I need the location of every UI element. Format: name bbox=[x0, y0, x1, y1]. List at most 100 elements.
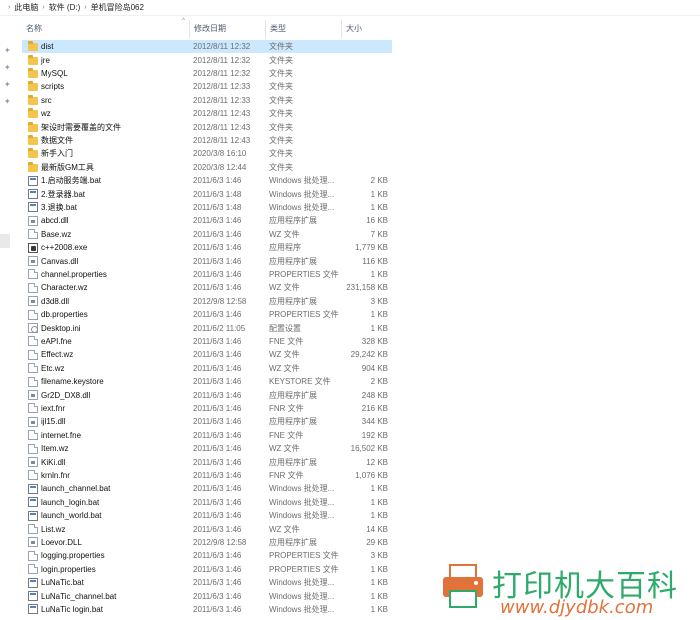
file-row[interactable]: iext.fnr 2011/6/3 1:46 FNR 文件 216 KB bbox=[22, 402, 392, 415]
file-size: 2 KB bbox=[370, 176, 388, 186]
folder-icon bbox=[28, 94, 38, 105]
file-date: 2011/6/3 1:46 bbox=[193, 403, 242, 413]
file-name-label: Item.wz bbox=[41, 444, 69, 454]
file-row[interactable]: db.properties 2011/6/3 1:46 PROPERTIES 文件 1… bbox=[22, 308, 392, 321]
pin-icon[interactable]: ✦ bbox=[4, 80, 11, 89]
file-row[interactable]: launch_login.bat 2011/6/3 1:46 Windows 批处理… bbox=[22, 496, 392, 509]
file-size: 1 KB bbox=[370, 497, 388, 507]
file-row[interactable]: LuNaTic.bat 2011/6/3 1:46 Windows 批处理... 1 … bbox=[22, 576, 392, 589]
file-row[interactable]: launch_channel.bat 2011/6/3 1:46 Windows 批… bbox=[22, 482, 392, 495]
file-row[interactable]: 3.退换.bat 2011/6/3 1:48 Windows 批处理... 1 KB bbox=[22, 201, 392, 214]
file-type: WZ 文件 bbox=[269, 350, 300, 360]
file-row[interactable]: filename.keystore 2011/6/3 1:46 KEYSTORE 文… bbox=[22, 375, 392, 388]
file-row[interactable]: Character.wz 2011/6/3 1:46 WZ 文件 231,158 KB bbox=[22, 281, 392, 294]
pin-icon[interactable]: ✦ bbox=[4, 97, 11, 106]
doc-icon bbox=[28, 403, 38, 414]
file-row[interactable]: LuNaTic login.bat 2011/6/3 1:46 Windows 批处… bbox=[22, 603, 392, 616]
breadcrumb-item-this-pc[interactable]: 此电脑 bbox=[10, 2, 42, 13]
watermark-url: www.djydbk.com bbox=[500, 597, 654, 618]
file-size: 328 KB bbox=[361, 336, 388, 346]
navigation-pane-scroll-stub[interactable] bbox=[0, 234, 10, 248]
file-row[interactable]: 2.登录器.bat 2011/6/3 1:48 Windows 批处理... 1 KB bbox=[22, 187, 392, 200]
file-row[interactable]: Canvas.dll 2011/6/3 1:46 应用程序扩展 116 KB bbox=[22, 254, 392, 267]
file-row[interactable]: Gr2D_DX8.dll 2011/6/3 1:46 应用程序扩展 248 KB bbox=[22, 388, 392, 401]
file-size: 1 KB bbox=[370, 189, 388, 199]
file-row[interactable]: List.wz 2011/6/3 1:46 WZ 文件 14 KB bbox=[22, 522, 392, 535]
column-header-date[interactable]: 修改日期 bbox=[190, 20, 266, 38]
file-name: channel.properties bbox=[28, 269, 107, 280]
file-name-label: Character.wz bbox=[41, 283, 88, 293]
file-row[interactable]: Desktop.ini 2011/6/2 11:05 配置设置 1 KB bbox=[22, 321, 392, 334]
file-name-label: scripts bbox=[41, 82, 65, 92]
file-row[interactable]: internet.fne 2011/6/3 1:46 FNE 文件 192 KB bbox=[22, 429, 392, 442]
file-row[interactable]: d3d8.dll 2012/9/8 12:58 应用程序扩展 3 KB bbox=[22, 295, 392, 308]
file-name-label: src bbox=[41, 95, 52, 105]
bat-icon bbox=[28, 604, 38, 615]
column-header-name[interactable]: 名称 bbox=[22, 20, 190, 38]
file-size: 14 KB bbox=[366, 524, 388, 534]
folder-row[interactable]: 架设时需要覆盖的文件 2012/8/11 12:43 文件夹 bbox=[22, 120, 392, 133]
file-row[interactable]: logging.properties 2011/6/3 1:46 PROPERTIE… bbox=[22, 549, 392, 562]
file-name-label: Canvas.dll bbox=[41, 256, 79, 266]
folder-row[interactable]: 最新版GM工具 2020/3/8 12:44 文件夹 bbox=[22, 161, 392, 174]
file-name-label: c++2008.exe bbox=[41, 243, 88, 253]
column-header-type[interactable]: 类型 bbox=[266, 20, 342, 38]
pin-icon[interactable]: ✦ bbox=[4, 63, 11, 72]
file-date: 2012/8/11 12:33 bbox=[193, 95, 251, 105]
file-row[interactable]: KiKi.dll 2011/6/3 1:46 应用程序扩展 12 KB bbox=[22, 455, 392, 468]
file-row[interactable]: Base.wz 2011/6/3 1:46 WZ 文件 7 KB bbox=[22, 228, 392, 241]
file-name-label: 新手入门 bbox=[41, 149, 73, 159]
file-name-label: db.properties bbox=[41, 310, 88, 320]
file-type: 文件夹 bbox=[269, 68, 293, 78]
file-name: LuNaTic login.bat bbox=[28, 604, 103, 615]
column-header-row: ^ 名称 修改日期 类型 大小 bbox=[22, 18, 392, 38]
file-type: 应用程序扩展 bbox=[269, 457, 317, 467]
doc-icon bbox=[28, 349, 38, 360]
file-name: launch_world.bat bbox=[28, 510, 101, 521]
file-size: 1 KB bbox=[370, 269, 388, 279]
file-row[interactable]: login.properties 2011/6/3 1:46 PROPERTIES … bbox=[22, 563, 392, 576]
breadcrumb-item-folder[interactable]: 单机冒险岛062 bbox=[87, 2, 148, 13]
file-date: 2011/6/3 1:46 bbox=[193, 243, 242, 253]
folder-row[interactable]: MySQL 2012/8/11 12:32 文件夹 bbox=[22, 67, 392, 80]
folder-icon bbox=[28, 121, 38, 132]
file-row[interactable]: launch_world.bat 2011/6/3 1:46 Windows 批处理… bbox=[22, 509, 392, 522]
file-row[interactable]: LuNaTic_channel.bat 2011/6/3 1:46 Windows … bbox=[22, 589, 392, 602]
file-name-label: dist bbox=[41, 42, 54, 52]
file-size: 1 KB bbox=[370, 578, 388, 588]
file-name-label: launch_channel.bat bbox=[41, 484, 111, 494]
pin-icon[interactable]: ✦ bbox=[4, 46, 11, 55]
file-row[interactable]: ijl15.dll 2011/6/3 1:46 应用程序扩展 344 KB bbox=[22, 415, 392, 428]
doc-icon bbox=[28, 376, 38, 387]
file-row[interactable]: channel.properties 2011/6/3 1:46 PROPERTIE… bbox=[22, 268, 392, 281]
folder-row[interactable]: dist 2012/8/11 12:32 文件夹 bbox=[22, 40, 392, 54]
file-row[interactable]: c++2008.exe 2011/6/3 1:46 应用程序 1,779 KB bbox=[22, 241, 392, 254]
file-size: 3 KB bbox=[370, 551, 388, 561]
file-row[interactable]: krnln.fnr 2011/6/3 1:46 FNR 文件 1,076 KB bbox=[22, 469, 392, 482]
file-name: wz bbox=[28, 108, 51, 119]
file-name: MySQL bbox=[28, 67, 68, 78]
folder-row[interactable]: 新手入门 2020/3/8 16:10 文件夹 bbox=[22, 147, 392, 160]
folder-row[interactable]: wz 2012/8/11 12:43 文件夹 bbox=[22, 107, 392, 120]
file-type: Windows 批处理... bbox=[269, 604, 335, 614]
file-name: dist bbox=[28, 41, 54, 52]
file-row[interactable]: Loevor.DLL 2012/9/8 12:58 应用程序扩展 29 KB bbox=[22, 536, 392, 549]
file-type: 应用程序扩展 bbox=[269, 296, 317, 306]
file-row[interactable]: Item.wz 2011/6/3 1:46 WZ 文件 16,502 KB bbox=[22, 442, 392, 455]
file-row[interactable]: Etc.wz 2011/6/3 1:46 WZ 文件 904 KB bbox=[22, 362, 392, 375]
file-name-label: d3d8.dll bbox=[41, 296, 70, 306]
file-type: 文件夹 bbox=[269, 162, 293, 172]
folder-row[interactable]: src 2012/8/11 12:33 文件夹 bbox=[22, 94, 392, 107]
folder-row[interactable]: jre 2012/8/11 12:32 文件夹 bbox=[22, 53, 392, 66]
column-header-size[interactable]: 大小 bbox=[342, 20, 392, 38]
file-row[interactable]: Effect.wz 2011/6/3 1:46 WZ 文件 29,242 KB bbox=[22, 348, 392, 361]
file-name-label: abcd.dll bbox=[41, 216, 69, 226]
folder-row[interactable]: 数据文件 2012/8/11 12:43 文件夹 bbox=[22, 134, 392, 147]
file-row[interactable]: eAPI.fne 2011/6/3 1:46 FNE 文件 328 KB bbox=[22, 335, 392, 348]
file-size: 1,779 KB bbox=[355, 243, 388, 253]
file-name-label: 3.退换.bat bbox=[41, 202, 78, 212]
folder-row[interactable]: scripts 2012/8/11 12:33 文件夹 bbox=[22, 80, 392, 93]
file-row[interactable]: abcd.dll 2011/6/3 1:46 应用程序扩展 16 KB bbox=[22, 214, 392, 227]
file-row[interactable]: 1.启动服务端.bat 2011/6/3 1:46 Windows 批处理... 2 … bbox=[22, 174, 392, 187]
breadcrumb-item-drive[interactable]: 软件 (D:) bbox=[45, 2, 85, 13]
